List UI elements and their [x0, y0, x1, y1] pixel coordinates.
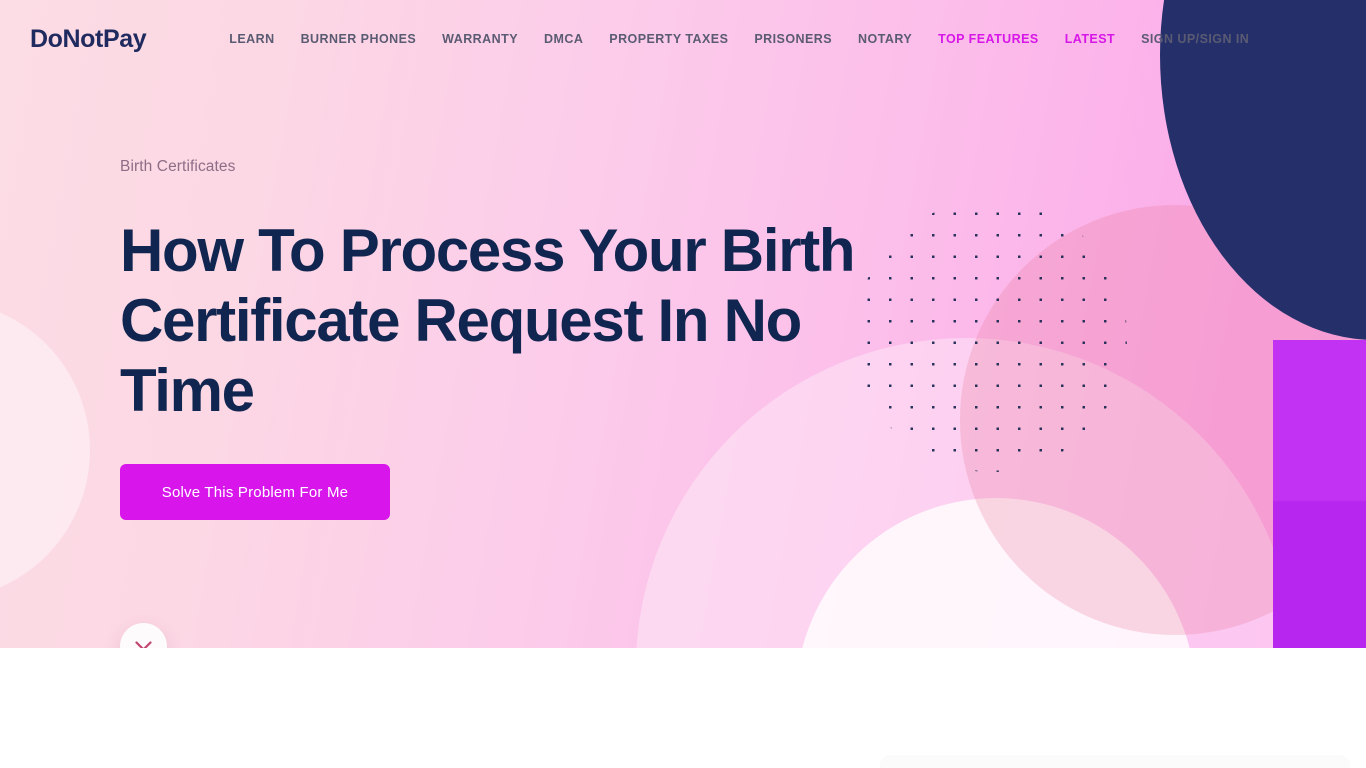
nav-item-sign-up-sign-in[interactable]: SIGN UP/SIGN IN [1141, 32, 1249, 46]
brand-logo[interactable]: DoNotPay [30, 25, 147, 54]
page-title: How To Process Your Birth Certificate Re… [120, 217, 856, 424]
nav-links: LEARN BURNER PHONES WARRANTY DMCA PROPER… [229, 32, 1249, 46]
main-navigation: DoNotPay LEARN BURNER PHONES WARRANTY DM… [0, 0, 1366, 78]
nav-item-prisoners[interactable]: PRISONERS [754, 32, 832, 46]
decorative-purple-block [1273, 340, 1366, 648]
chevron-down-icon [135, 641, 152, 648]
nav-item-dmca[interactable]: DMCA [544, 32, 583, 46]
nav-item-burner-phones[interactable]: BURNER PHONES [301, 32, 417, 46]
scroll-down-button[interactable] [120, 623, 167, 648]
decorative-circle-left [0, 300, 90, 600]
nav-item-notary[interactable]: NOTARY [858, 32, 912, 46]
breadcrumb: Birth Certificates [120, 158, 236, 175]
content-card-peek [880, 755, 1350, 768]
solve-this-problem-button[interactable]: Solve This Problem For Me [120, 464, 390, 520]
page-root: DoNotPay LEARN BURNER PHONES WARRANTY DM… [0, 0, 1366, 768]
nav-item-learn[interactable]: LEARN [229, 32, 274, 46]
nav-item-latest[interactable]: LATEST [1065, 32, 1115, 46]
below-fold-section [0, 648, 1366, 768]
hero-section: DoNotPay LEARN BURNER PHONES WARRANTY DM… [0, 0, 1366, 648]
nav-item-warranty[interactable]: WARRANTY [442, 32, 518, 46]
decorative-circle-rose [960, 205, 1366, 635]
nav-item-top-features[interactable]: TOP FEATURES [938, 32, 1039, 46]
decorative-circle-white [796, 498, 1196, 648]
nav-item-property-taxes[interactable]: PROPERTY TAXES [609, 32, 728, 46]
